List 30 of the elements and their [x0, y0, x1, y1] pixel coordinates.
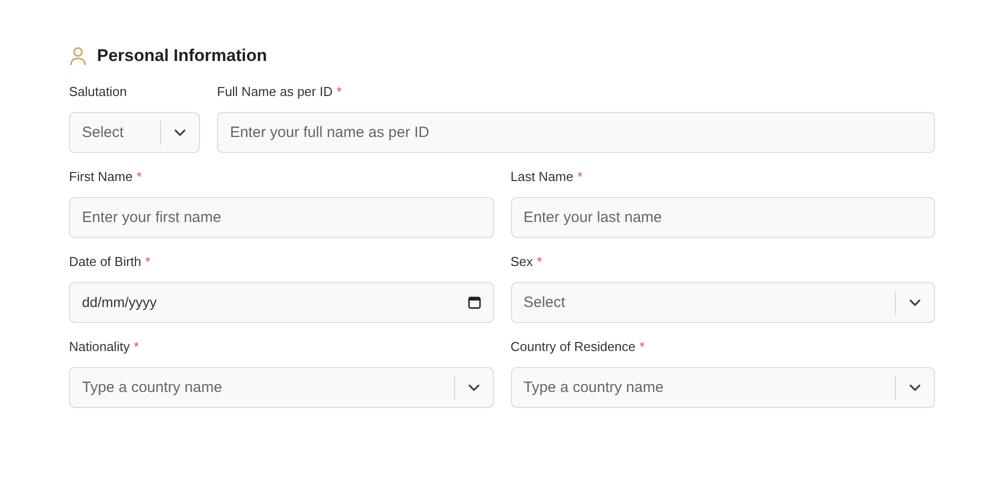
required-mark: * — [640, 338, 645, 356]
chevron-down-icon — [909, 384, 921, 392]
field-label: Sex — [510, 253, 533, 272]
person-icon — [69, 46, 87, 66]
select-field[interactable]: Type a country name — [69, 367, 494, 408]
field-label: First Name — [69, 168, 133, 186]
date-field[interactable]: dd/mm/yyyy — [69, 282, 494, 323]
section-title: Personal Information — [97, 45, 268, 68]
required-mark: * — [134, 338, 139, 356]
chevron-down-icon — [174, 128, 186, 136]
text-field[interactable]: Enter your last name — [510, 197, 935, 238]
chevron-down-icon — [909, 298, 921, 306]
text-field[interactable]: Enter your first name — [69, 197, 494, 238]
field-label: Date of Birth — [69, 253, 142, 272]
field-label: Country of Residence — [510, 338, 636, 356]
required-mark: * — [536, 253, 542, 271]
required-mark: * — [577, 168, 582, 186]
field-label: Nationality — [69, 338, 130, 356]
text-field[interactable]: Enter your full name as per ID — [217, 112, 935, 153]
select-field[interactable]: Select — [69, 112, 200, 153]
select-field[interactable]: Select — [510, 282, 935, 323]
required-mark: * — [145, 253, 150, 271]
field-label: Full Name as per ID — [217, 83, 333, 102]
chevron-down-icon — [468, 384, 480, 392]
calendar-icon — [468, 296, 480, 309]
required-mark: * — [336, 83, 342, 101]
field-label: Last Name — [510, 168, 574, 186]
required-mark: * — [136, 168, 142, 186]
field-label: Salutation — [69, 83, 127, 102]
select-field[interactable]: Type a country name — [510, 367, 935, 408]
